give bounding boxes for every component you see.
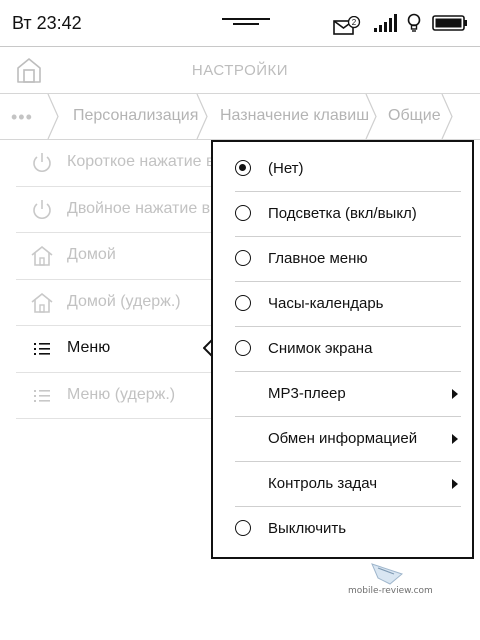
list-item-double-press[interactable]: Двойное нажатие вк bbox=[16, 187, 218, 233]
list-divider bbox=[16, 418, 216, 419]
radio-icon[interactable] bbox=[235, 340, 251, 356]
menu-option-label: Главное меню bbox=[268, 250, 368, 267]
menu-option-power-off[interactable]: Выключить bbox=[213, 508, 472, 553]
breadcrumb-separator-icon bbox=[47, 94, 59, 139]
menu-divider bbox=[235, 371, 461, 372]
breadcrumb-overflow[interactable]: ••• bbox=[11, 107, 33, 128]
mail-badge-count: 2 bbox=[352, 18, 357, 27]
menu-list-icon bbox=[30, 384, 54, 408]
house-icon bbox=[30, 291, 54, 315]
menu-option-label: Выключить bbox=[268, 520, 347, 537]
menu-option-none[interactable]: (Нет) bbox=[213, 148, 472, 193]
breadcrumb-item-personalization[interactable]: Персонализация bbox=[73, 107, 198, 125]
menu-option-label: Подсветка (вкл/выкл) bbox=[268, 205, 417, 222]
menu-option-clock-calendar[interactable]: Часы-календарь bbox=[213, 283, 472, 328]
list-item-menu-hold[interactable]: Меню (удерж.) bbox=[16, 373, 216, 419]
submenu-arrow-icon bbox=[452, 389, 458, 399]
menu-option-mp3-player[interactable]: MP3-плеер bbox=[213, 373, 472, 418]
menu-option-label: MP3-плеер bbox=[268, 385, 346, 402]
menu-option-label: Снимок экрана bbox=[268, 340, 373, 357]
menu-divider bbox=[235, 416, 461, 417]
menu-option-screenshot[interactable]: Снимок экрана bbox=[213, 328, 472, 373]
submenu-arrow-icon bbox=[452, 434, 458, 444]
watermark-text: mobile-review.com bbox=[348, 586, 433, 596]
radio-icon[interactable] bbox=[235, 520, 251, 536]
list-item-label: Домой (удерж.) bbox=[67, 293, 181, 310]
menu-option-label: Часы-календарь bbox=[268, 295, 384, 312]
menu-divider bbox=[235, 326, 461, 327]
power-icon bbox=[30, 198, 54, 222]
page-title: НАСТРОЙКИ bbox=[191, 62, 289, 79]
list-item-label: Меню (удерж.) bbox=[67, 386, 176, 403]
menu-option-task-manager[interactable]: Контроль задач bbox=[213, 463, 472, 508]
menu-divider bbox=[235, 281, 461, 282]
power-icon bbox=[30, 151, 54, 175]
light-bulb-icon bbox=[407, 13, 421, 38]
list-item-label: Меню bbox=[67, 339, 111, 356]
breadcrumb-separator-icon bbox=[196, 94, 208, 139]
list-item-label: Короткое нажатие в bbox=[67, 153, 215, 170]
radio-icon[interactable] bbox=[235, 295, 251, 311]
signal-icon bbox=[374, 14, 400, 37]
menu-option-backlight[interactable]: Подсветка (вкл/выкл) bbox=[213, 193, 472, 238]
battery-icon bbox=[432, 15, 468, 36]
menu-option-main-menu[interactable]: Главное меню bbox=[213, 238, 472, 283]
list-item-label: Двойное нажатие вк bbox=[67, 200, 218, 217]
menu-option-label: Контроль задач bbox=[268, 475, 378, 492]
breadcrumb: ••• Персонализация Назначение клавиш Общ… bbox=[0, 94, 480, 139]
breadcrumb-separator-icon bbox=[365, 94, 377, 139]
list-item-home-hold[interactable]: Домой (удерж.) bbox=[16, 280, 216, 326]
menu-list-icon bbox=[30, 337, 54, 361]
menu-divider bbox=[235, 236, 461, 237]
pull-down-handle[interactable] bbox=[222, 18, 270, 27]
radio-icon[interactable] bbox=[235, 205, 251, 221]
breadcrumb-item-general[interactable]: Общие bbox=[388, 107, 441, 125]
menu-divider bbox=[235, 506, 461, 507]
submenu-arrow-icon bbox=[452, 479, 458, 489]
header: НАСТРОЙКИ bbox=[0, 47, 480, 93]
list-item-home[interactable]: Домой bbox=[16, 233, 216, 279]
menu-option-label: Обмен информацией bbox=[268, 430, 418, 447]
radio-selected-icon[interactable] bbox=[235, 160, 251, 176]
house-icon bbox=[30, 244, 54, 268]
mail-icon: 2 bbox=[333, 15, 361, 41]
status-time: Вт 23:42 bbox=[12, 13, 82, 33]
menu-option-data-exchange[interactable]: Обмен информацией bbox=[213, 418, 472, 463]
status-bar: Вт 23:42 2 bbox=[0, 0, 480, 46]
breadcrumb-item-key-mapping[interactable]: Назначение клавиш bbox=[220, 107, 369, 125]
menu-divider bbox=[235, 461, 461, 462]
list-item-label: Домой bbox=[67, 246, 116, 263]
breadcrumb-separator-icon bbox=[441, 94, 453, 139]
list-item-menu[interactable]: Меню bbox=[16, 326, 216, 372]
list-item-short-press[interactable]: Короткое нажатие в bbox=[16, 140, 216, 186]
menu-divider bbox=[235, 191, 461, 192]
radio-icon[interactable] bbox=[235, 250, 251, 266]
action-popup-menu: (Нет) Подсветка (вкл/выкл) Главное меню … bbox=[211, 140, 474, 559]
menu-option-label: (Нет) bbox=[268, 160, 304, 177]
